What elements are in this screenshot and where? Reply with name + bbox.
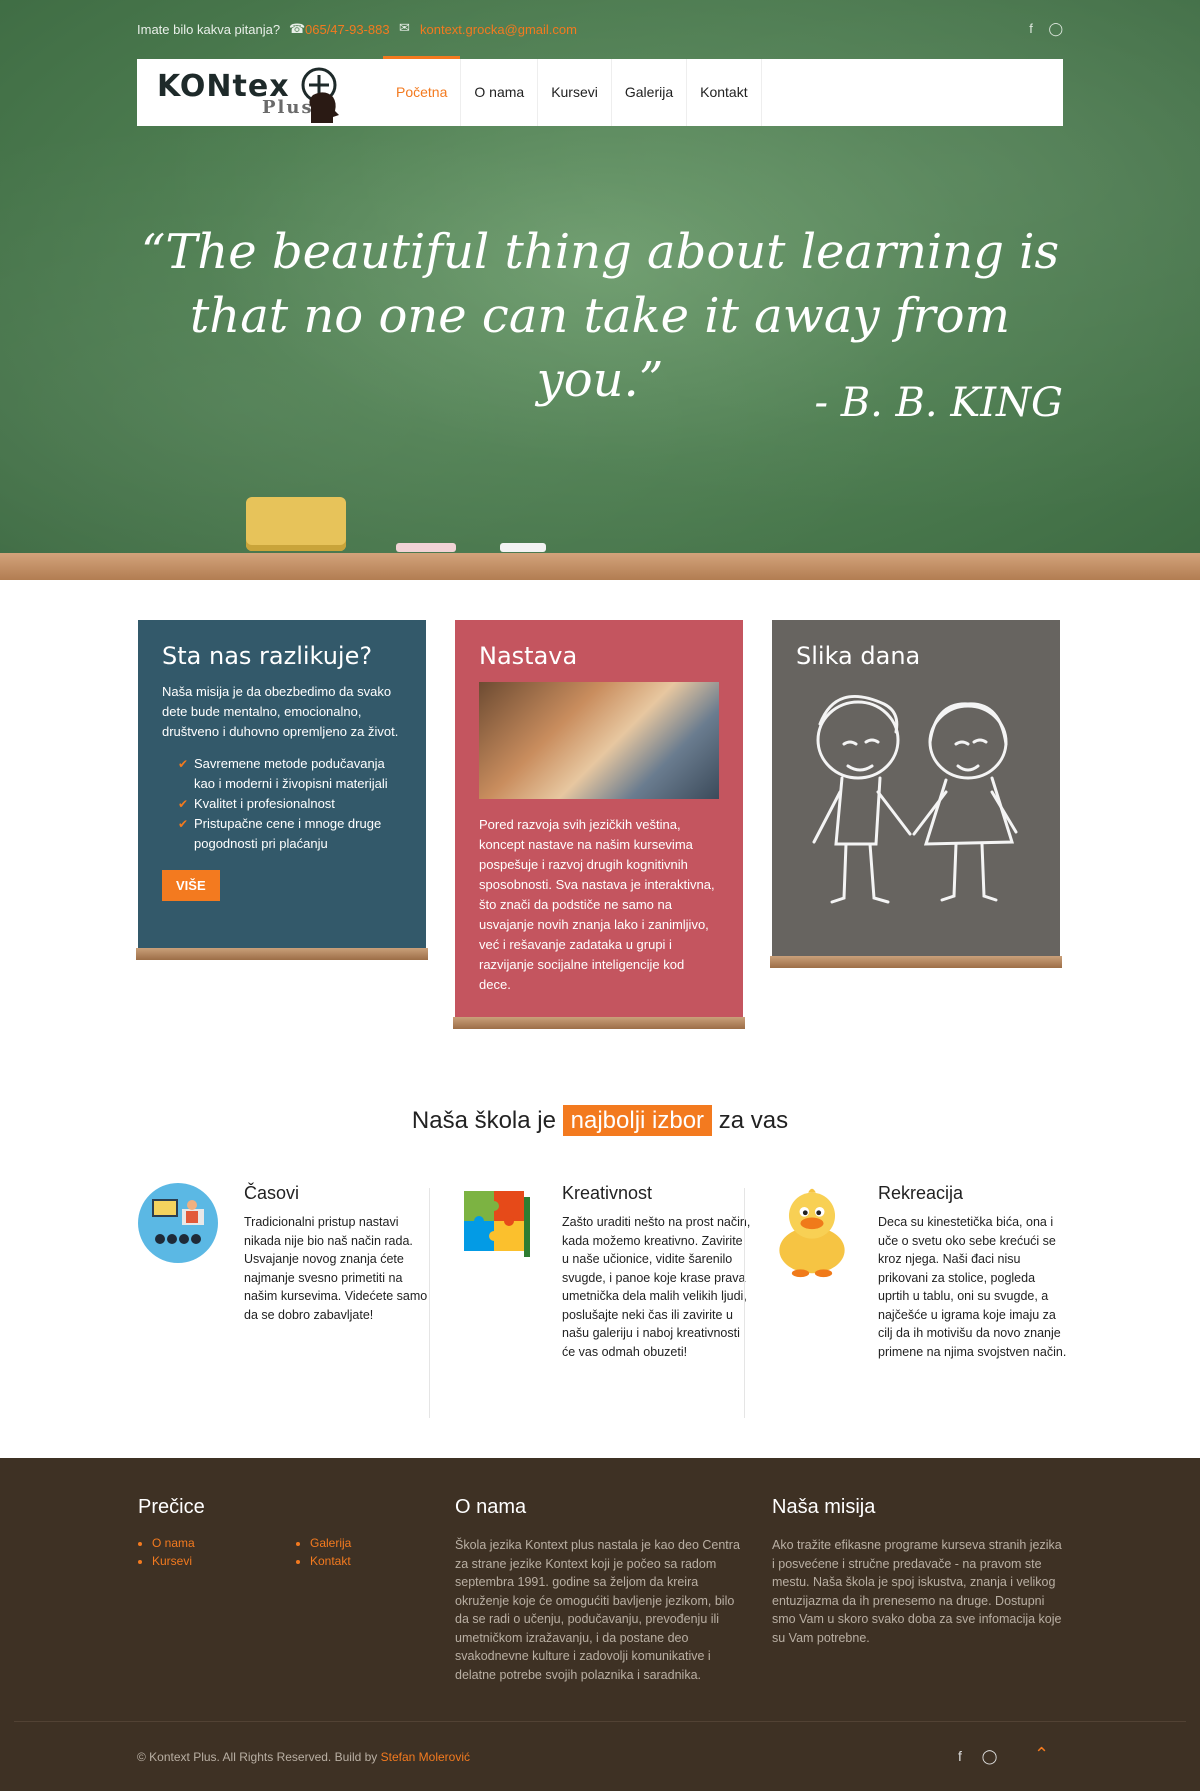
heading-post: za vas bbox=[718, 1107, 789, 1134]
footer-title: Prečice bbox=[138, 1496, 205, 1518]
nav-kontakt[interactable]: Kontakt bbox=[687, 59, 762, 126]
duck-icon bbox=[779, 1188, 845, 1278]
check-item: Kvalitet i profesionalnost bbox=[178, 794, 402, 814]
chalkboard-ledge bbox=[0, 553, 1200, 580]
footer-divider bbox=[14, 1721, 1186, 1722]
card-ledge bbox=[770, 956, 1062, 968]
hero-author: - B. B. KING bbox=[814, 380, 1063, 426]
teaching-photo bbox=[479, 682, 719, 799]
heading-highlight: najbolji izbor bbox=[562, 1105, 713, 1136]
footer-link-kursevi[interactable]: Kursevi bbox=[152, 1552, 195, 1570]
footer-mission-text: Ako tražite efikasne programe kurseva st… bbox=[772, 1538, 1062, 1645]
card-ledge bbox=[453, 1017, 745, 1029]
feature-title: Rekreacija bbox=[878, 1183, 964, 1203]
divider bbox=[744, 1188, 745, 1418]
top-bar: Imate bilo kakva pitanja? ☎ 065/47-93-88… bbox=[137, 20, 1063, 40]
facebook-icon[interactable]: f bbox=[958, 1748, 962, 1764]
footer-link-galerija[interactable]: Galerija bbox=[310, 1534, 351, 1552]
feature-text: Zašto uraditi nešto na prost način, kada… bbox=[562, 1215, 751, 1359]
card-picture-of-day: Slika dana bbox=[770, 620, 1062, 968]
footer-link-o-nama[interactable]: O nama bbox=[152, 1534, 195, 1552]
feature-rekreacija: Rekreacija Deca su kinestetička bića, on… bbox=[772, 1183, 1088, 1418]
card-text: Pored razvoja svih jezičkih veština, kon… bbox=[479, 817, 715, 992]
author-link[interactable]: Stefan Molerović bbox=[381, 1750, 470, 1764]
feature-text: Deca su kinestetička bića, ona i uče o s… bbox=[878, 1215, 1067, 1359]
sponge-image bbox=[246, 497, 346, 551]
card-title: Sta nas razlikuje? bbox=[162, 642, 373, 670]
nav-o-nama[interactable]: O nama bbox=[461, 59, 539, 126]
chalk-drawing-image bbox=[812, 695, 1018, 904]
footer-title: O nama bbox=[455, 1496, 527, 1518]
main-nav: Početna O nama Kursevi Galerija Kontakt bbox=[383, 56, 762, 126]
footer-title: Naša misija bbox=[772, 1496, 876, 1518]
social-links: f ◯ bbox=[1017, 21, 1063, 37]
feature-checklist: Savremene metode podučavanja kao i moder… bbox=[162, 754, 402, 854]
footer-link-kontakt[interactable]: Kontakt bbox=[310, 1552, 351, 1570]
divider bbox=[429, 1188, 430, 1418]
email-link[interactable]: kontext.grocka@gmail.com bbox=[420, 22, 577, 37]
question-text: Imate bilo kakva pitanja? bbox=[137, 22, 281, 37]
card-title: Slika dana bbox=[796, 642, 921, 670]
card-ledge bbox=[136, 948, 428, 960]
footer-about-text: Škola jezika Kontext plus nastala je kao… bbox=[455, 1538, 740, 1682]
feature-text: Tradicionalni pristup nastavi nikada nij… bbox=[244, 1215, 428, 1322]
envelope-icon: ✉ bbox=[399, 20, 410, 35]
nav-pocetna[interactable]: Početna bbox=[383, 56, 462, 126]
chalk-image bbox=[396, 543, 456, 552]
heading-pre: Naša škola je bbox=[411, 1107, 556, 1134]
phone-link[interactable]: 065/47-93-883 bbox=[305, 22, 390, 37]
school-heading: Naša škola je najbolji izbor za vas bbox=[0, 1105, 1200, 1136]
instagram-icon[interactable]: ◯ bbox=[982, 1748, 998, 1764]
phone-icon: ☎ bbox=[289, 21, 306, 36]
logo[interactable]: KONtex Plus bbox=[157, 67, 342, 123]
nav-kursevi[interactable]: Kursevi bbox=[538, 59, 612, 126]
check-item: Pristupačne cene i mnoge druge pogodnost… bbox=[178, 814, 402, 854]
card-difference: Sta nas razlikuje? Naša misija je da obe… bbox=[136, 620, 428, 960]
copyright-text: © Kontext Plus. All Rights Reserved. Bui… bbox=[137, 1750, 378, 1764]
classroom-icon bbox=[138, 1183, 218, 1263]
hero-section: Imate bilo kakva pitanja? ☎ 065/47-93-88… bbox=[0, 0, 1200, 580]
more-button[interactable]: VIŠE bbox=[162, 870, 220, 901]
feature-title: Kreativnost bbox=[562, 1183, 653, 1203]
card-teaching: Nastava Pored razvoja svih jezičkih vešt… bbox=[453, 620, 745, 1029]
footer: Prečice O nama Kursevi Galerija Kontakt … bbox=[0, 1458, 1200, 1791]
logo-head-icon bbox=[301, 67, 339, 123]
feature-kreativnost: Kreativnost Zašto uraditi nešto na prost… bbox=[456, 1183, 772, 1418]
nav-galerija[interactable]: Galerija bbox=[612, 59, 688, 126]
footer-social: f ◯ bbox=[958, 1748, 1013, 1765]
card-text: Naša misija je da obezbedimo da svako de… bbox=[162, 684, 399, 739]
copyright: © Kontext Plus. All Rights Reserved. Bui… bbox=[137, 1750, 470, 1764]
back-to-top-icon[interactable]: ⌃ bbox=[1034, 1744, 1049, 1765]
puzzle-icon bbox=[464, 1191, 530, 1257]
instagram-icon[interactable]: ◯ bbox=[1048, 21, 1063, 37]
facebook-icon[interactable]: f bbox=[1029, 21, 1033, 36]
card-title: Nastava bbox=[479, 642, 578, 670]
chalk-image bbox=[500, 543, 546, 552]
feature-casovi: Časovi Tradicionalni pristup nastavi nik… bbox=[138, 1183, 454, 1418]
feature-title: Časovi bbox=[244, 1183, 300, 1203]
check-item: Savremene metode podučavanja kao i moder… bbox=[178, 754, 402, 794]
navbar: KONtex Plus Početna O nama Kursevi Galer… bbox=[137, 56, 1063, 126]
